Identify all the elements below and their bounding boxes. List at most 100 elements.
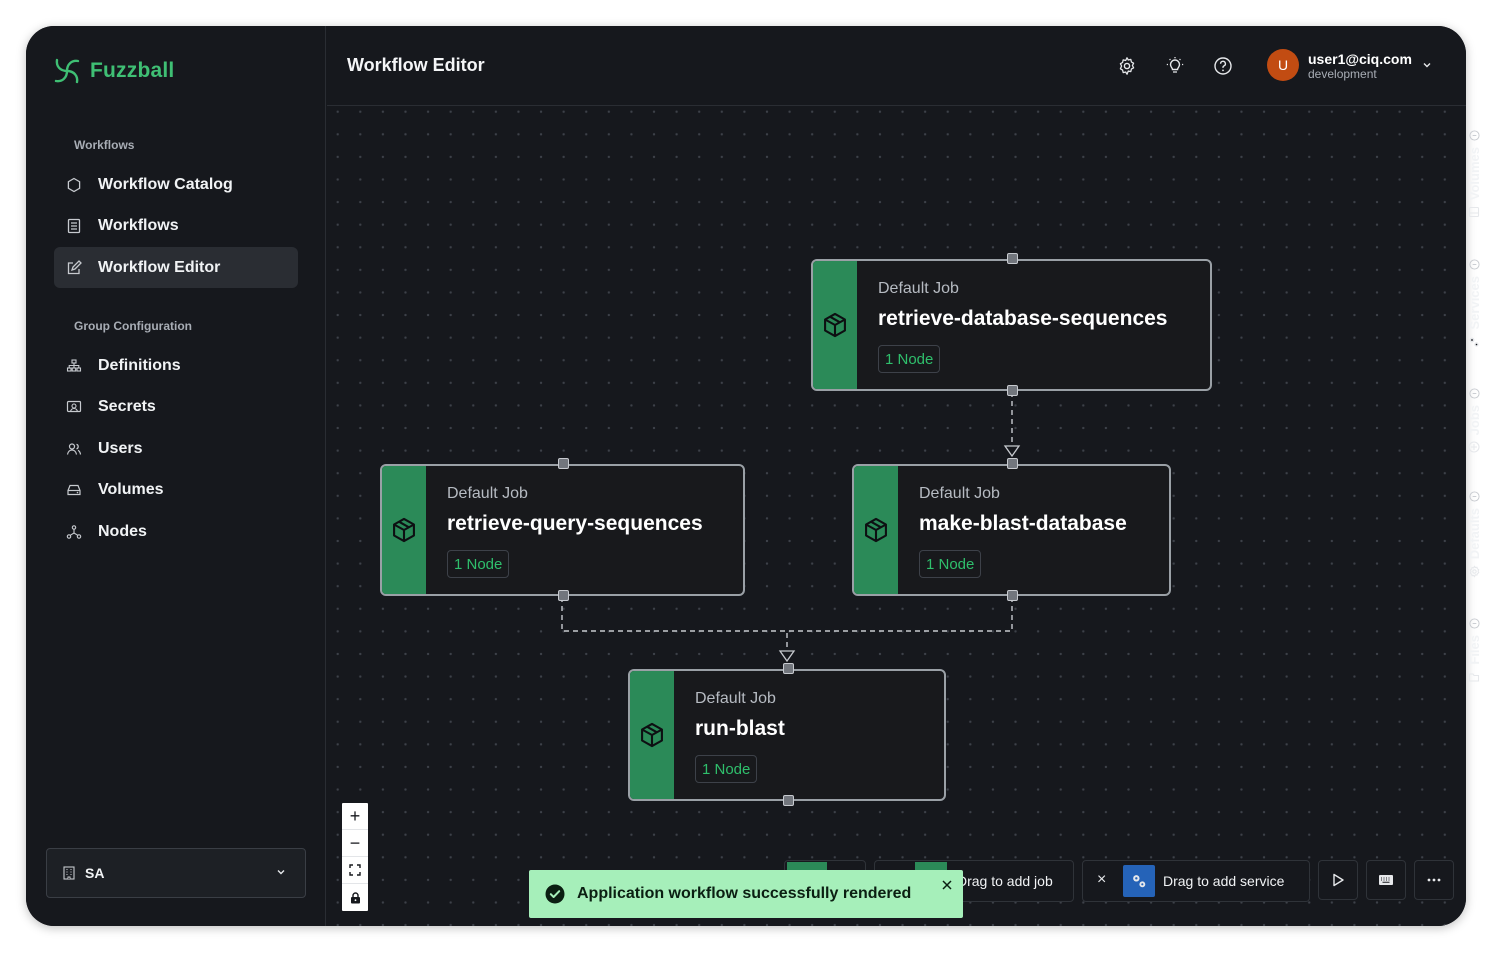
keyboard-shortcuts-button[interactable]: [1366, 860, 1406, 900]
sidebar-item-definitions[interactable]: Definitions: [54, 345, 298, 386]
node-count-badge: 1 Node: [695, 755, 758, 783]
fuzzball-logo-icon: [54, 58, 80, 84]
toast-message: Application workflow successfully render…: [577, 885, 912, 902]
brand-name: Fuzzball: [90, 59, 175, 82]
add-service-label: Drag to add service: [1163, 873, 1285, 889]
node-name: retrieve-database-sequences: [878, 307, 1168, 330]
help-button[interactable]: [1211, 54, 1235, 78]
avatar[interactable]: U: [1267, 49, 1299, 81]
page-title: Workflow Editor: [347, 55, 485, 75]
sidebar-item-nodes[interactable]: Nodes: [54, 511, 298, 552]
lightbulb-icon: [1166, 57, 1184, 73]
sidebar-item-workflow-editor[interactable]: Workflow Editor: [54, 247, 298, 288]
node-count-badge: 1 Node: [878, 345, 941, 373]
sidebar-item-secrets[interactable]: Secrets: [54, 386, 298, 427]
building-icon: [63, 866, 75, 880]
success-toast: Application workflow successfully render…: [529, 870, 963, 918]
sidebar-item-users[interactable]: Users: [54, 428, 298, 469]
sidebar-item-volumes[interactable]: Volumes: [54, 469, 298, 510]
theme-toggle-button[interactable]: [1163, 54, 1187, 78]
sidebar-item-label: Volumes: [98, 480, 164, 498]
tab-label: Files: [1466, 635, 1482, 665]
fit-view-icon: [349, 864, 361, 876]
sidebar-item-label: Users: [98, 439, 143, 457]
node-kind: Default Job: [695, 690, 776, 707]
tab-label: Jobs: [1466, 405, 1482, 436]
tab-files[interactable]: Files: [1464, 618, 1484, 683]
job-node-retrieve-query-sequences[interactable]: Default Job retrieve-query-sequences 1 N…: [380, 458, 745, 601]
fit-view-button[interactable]: [342, 857, 368, 884]
play-icon: [1333, 873, 1344, 887]
add-job-label: Drag to add job: [957, 873, 1053, 889]
tab-volumes[interactable]: Volumes: [1464, 130, 1484, 218]
job-node-make-blast-database[interactable]: Default Job make-blast-database 1 Node: [852, 458, 1171, 601]
chevron-circle-icon: [1468, 259, 1480, 270]
brand[interactable]: Fuzzball: [52, 56, 174, 86]
top-header: Workflow Editor U user1@ciq.com developm…: [327, 26, 1466, 106]
folder-icon: [1468, 673, 1480, 682]
output-handle[interactable]: [783, 795, 794, 806]
more-icon: [1427, 878, 1441, 882]
lock-button[interactable]: [342, 884, 368, 911]
sidebar-item-workflows[interactable]: Workflows: [54, 205, 298, 246]
remove-service-button[interactable]: ×: [1097, 871, 1106, 889]
node-kind: Default Job: [919, 485, 1000, 502]
drive-icon: [1468, 207, 1480, 218]
drive-icon: [67, 484, 81, 495]
job-node-retrieve-database-sequences[interactable]: Default Job retrieve-database-sequences …: [811, 253, 1212, 396]
node-kind: Default Job: [878, 280, 959, 297]
tab-jobs[interactable]: Jobs: [1464, 388, 1484, 453]
output-handle[interactable]: [558, 590, 569, 601]
chevron-circle-icon: [1468, 618, 1480, 629]
service-chip: [1123, 865, 1155, 897]
node-name: make-blast-database: [919, 512, 1127, 535]
tab-services[interactable]: Services: [1464, 259, 1484, 348]
sidebar-item-workflow-catalog[interactable]: Workflow Catalog: [54, 164, 298, 205]
users-icon: [66, 442, 82, 455]
chevron-circle-icon: [1468, 130, 1480, 141]
input-handle[interactable]: [558, 458, 569, 469]
node-name: run-blast: [695, 717, 785, 740]
zoom-in-button[interactable]: +: [342, 803, 368, 830]
org-selector[interactable]: SA: [46, 848, 306, 898]
tab-label: Services: [1466, 276, 1482, 330]
services-icon: [1133, 875, 1146, 888]
job-node-run-blast[interactable]: Default Job run-blast 1 Node: [628, 663, 946, 806]
services-icon: [1469, 337, 1479, 347]
user-menu-toggle[interactable]: [1421, 58, 1433, 76]
tab-label: Defaults: [1466, 508, 1482, 560]
jobs-icon: [1468, 441, 1480, 453]
settings-button[interactable]: [1115, 54, 1139, 78]
edit-icon: [67, 259, 82, 274]
sidebar: Fuzzball Workflows Workflow Catalog Work…: [26, 26, 326, 926]
node-name: retrieve-query-sequences: [447, 512, 703, 535]
node-count-badge: 1 Node: [919, 550, 982, 578]
run-workflow-button[interactable]: [1318, 860, 1358, 900]
output-handle[interactable]: [1007, 590, 1018, 601]
node-count-badge: 1 Node: [447, 550, 510, 578]
hexagon-icon: [67, 177, 81, 192]
add-service-draggable[interactable]: × Drag to add service: [1082, 860, 1310, 902]
input-handle[interactable]: [1007, 253, 1018, 264]
more-options-button[interactable]: [1414, 860, 1454, 900]
chevron-down-icon: [277, 870, 285, 875]
close-icon: [942, 880, 952, 890]
user-email: user1@ciq.com: [1308, 51, 1412, 67]
output-handle[interactable]: [1007, 385, 1018, 396]
tab-label: Volumes: [1466, 147, 1482, 201]
help-icon: [1214, 57, 1232, 75]
tab-defaults[interactable]: Defaults: [1464, 491, 1484, 578]
package-icon: [865, 517, 887, 543]
zoom-out-button[interactable]: −: [342, 830, 368, 857]
gear-icon: [1469, 565, 1479, 578]
toast-close-button[interactable]: [941, 878, 953, 896]
input-handle[interactable]: [1007, 458, 1018, 469]
check-circle-icon: [545, 884, 565, 904]
package-icon: [641, 722, 663, 748]
sidebar-item-label: Workflows: [98, 216, 179, 234]
workflows-section-title: Workflows: [74, 138, 135, 152]
zoom-controls: + −: [342, 803, 368, 911]
keyboard-icon: [1379, 875, 1393, 885]
nodes-icon: [66, 524, 82, 539]
input-handle[interactable]: [783, 663, 794, 674]
